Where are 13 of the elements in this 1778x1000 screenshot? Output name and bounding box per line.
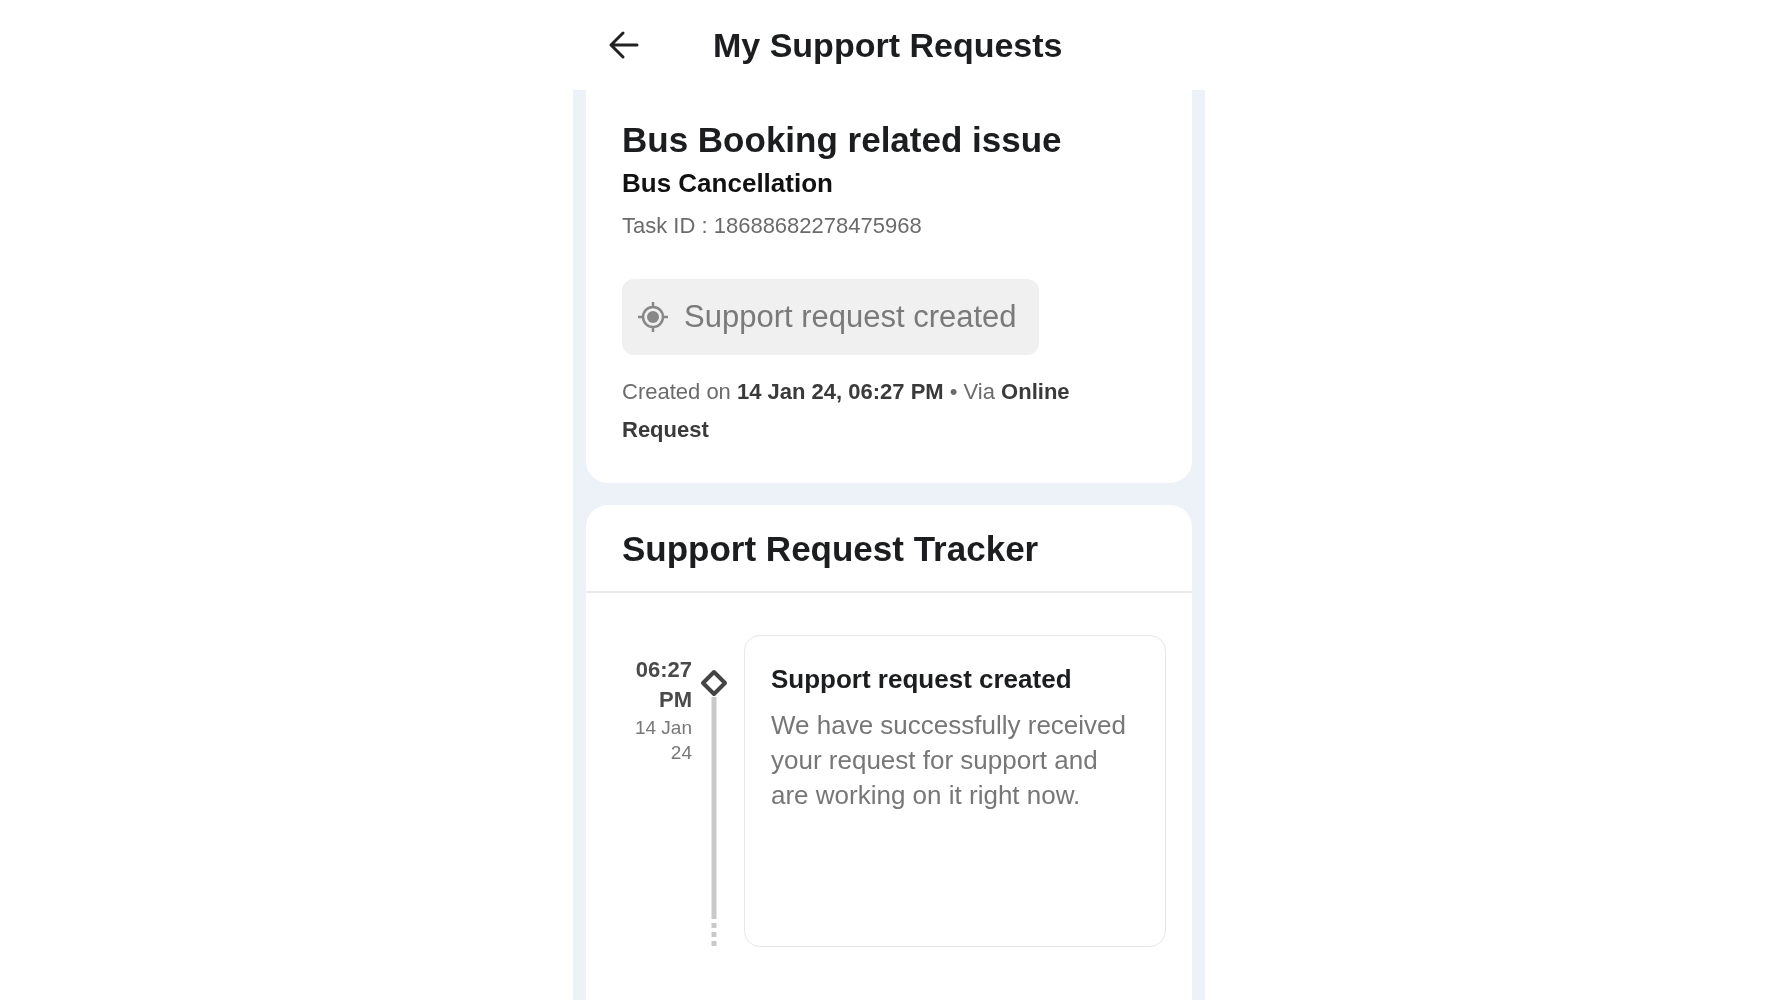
created-info: Created on 14 Jan 24, 06:27 PM • Via Online Request: [622, 378, 1071, 444]
issue-subcategory: Bus Cancellation: [622, 168, 834, 199]
tracker-title: Support Request Tracker: [586, 505, 1192, 593]
task-id: Task ID : 18688682278475968: [622, 213, 923, 239]
target-icon: [636, 300, 670, 334]
issue-category: Bus Booking related issue: [622, 120, 1063, 160]
event-title: Support request created: [771, 663, 1073, 696]
event-time: 06:27 PM: [634, 656, 692, 714]
event-description: We have successfully received your request for support and are working on it right now.: [771, 709, 1127, 812]
status-label: Support request created: [684, 299, 1017, 335]
page-title: My Support Requests: [713, 25, 1063, 65]
event-date: 14 Jan 24: [633, 716, 692, 765]
diamond-icon: [700, 669, 728, 697]
